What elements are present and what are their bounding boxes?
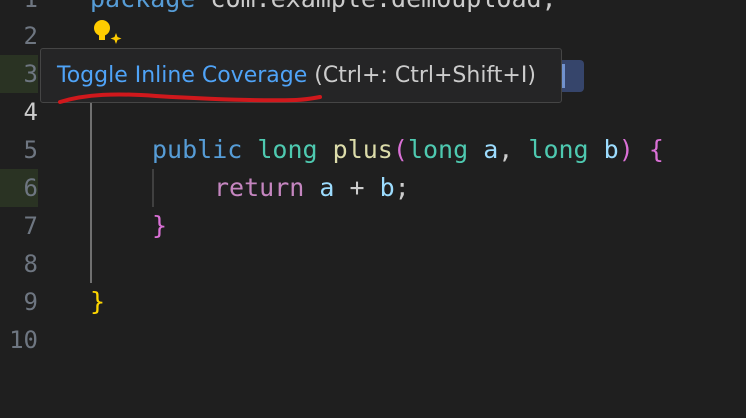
code-line-8[interactable]: 8 bbox=[0, 245, 746, 283]
code-text: public long plus(long a, long b) { bbox=[152, 131, 664, 169]
keyword: return bbox=[214, 173, 305, 202]
toggle-inline-coverage-link[interactable]: Toggle Inline Coverage bbox=[57, 63, 307, 88]
variable: b bbox=[379, 173, 395, 202]
code-line-7[interactable]: 7 } bbox=[0, 207, 746, 245]
line-number: 5 bbox=[23, 136, 38, 164]
package-name: com.example.demoupload; bbox=[210, 0, 556, 13]
code-text: return a + b; bbox=[214, 169, 410, 207]
line-number: 6 bbox=[23, 174, 38, 202]
brace: } bbox=[152, 211, 168, 240]
parameter: a bbox=[483, 135, 499, 164]
indent-guide bbox=[90, 103, 92, 283]
line-number: 2 bbox=[23, 22, 38, 50]
hover-tooltip: Toggle Inline Coverage (Ctrl+: Ctrl+Shif… bbox=[40, 48, 562, 103]
line-number: 10 bbox=[9, 326, 38, 354]
operator: + bbox=[334, 173, 380, 202]
paren: ( bbox=[392, 135, 408, 164]
line-number: 9 bbox=[23, 288, 38, 316]
keyboard-shortcut: (Ctrl+: Ctrl+Shift+I) bbox=[314, 63, 536, 88]
line-number: 4 bbox=[23, 98, 38, 126]
type: long bbox=[257, 135, 318, 164]
brace: { bbox=[648, 135, 664, 164]
keyword: package bbox=[90, 0, 195, 13]
keyword: public bbox=[152, 135, 243, 164]
lightbulb-sparkle-icon[interactable] bbox=[92, 18, 126, 48]
code-line-1[interactable]: 1 package com.example.demoupload; bbox=[0, 0, 746, 18]
comma: , bbox=[498, 135, 529, 164]
paren: ) bbox=[618, 135, 634, 164]
indent-guide bbox=[152, 169, 154, 207]
code-text: } bbox=[90, 283, 105, 321]
code-text: package com.example.demoupload; bbox=[90, 0, 557, 18]
code-text: } bbox=[152, 207, 167, 245]
line-number: 8 bbox=[23, 250, 38, 278]
brace: } bbox=[90, 287, 106, 316]
code-line-6[interactable]: 6 return a + b; bbox=[0, 169, 746, 207]
code-line-5[interactable]: 5 public long plus(long a, long b) { bbox=[0, 131, 746, 169]
method-name: plus bbox=[332, 135, 393, 164]
line-number: 3 bbox=[23, 60, 38, 88]
variable: a bbox=[319, 173, 335, 202]
semicolon: ; bbox=[394, 173, 410, 202]
code-editor[interactable]: 1 package com.example.demoupload; 2 3 4 … bbox=[0, 0, 746, 418]
type: long bbox=[528, 135, 589, 164]
line-number: 1 bbox=[0, 0, 38, 18]
coverage-action-button[interactable] bbox=[561, 60, 584, 92]
parameter: b bbox=[603, 135, 619, 164]
code-line-10[interactable]: 10 bbox=[0, 321, 746, 359]
code-line-9[interactable]: 9 } bbox=[0, 283, 746, 321]
line-number: 7 bbox=[23, 212, 38, 240]
type: long bbox=[407, 135, 469, 164]
